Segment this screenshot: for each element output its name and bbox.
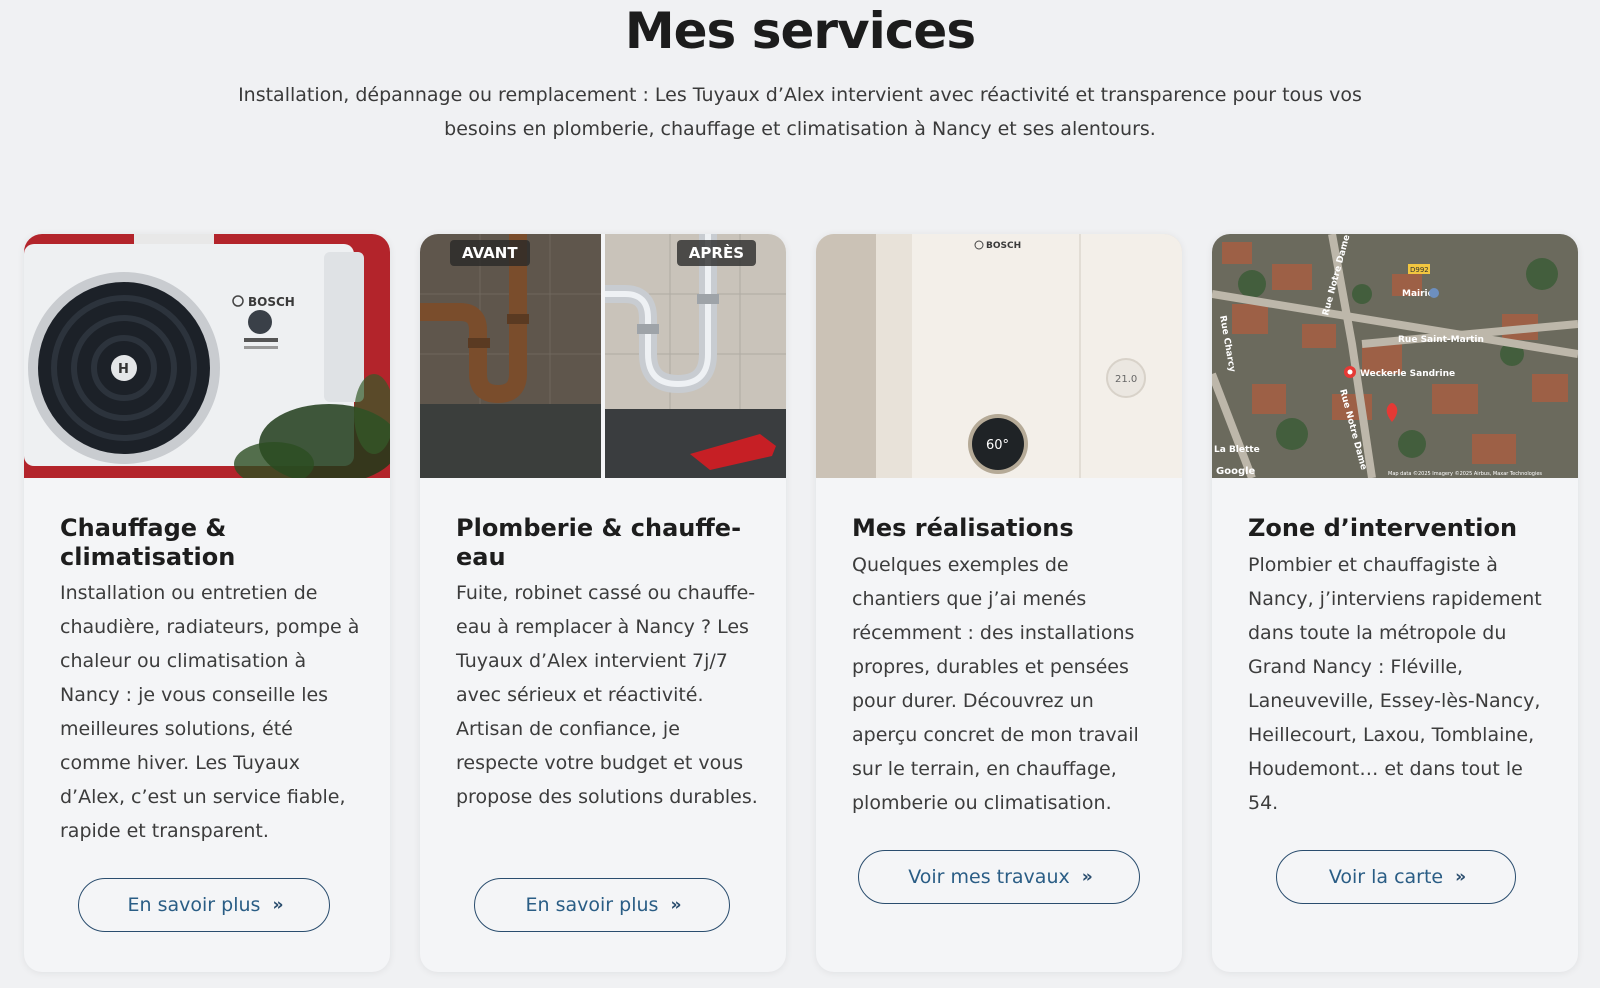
map-place-label: La Blette (1214, 445, 1260, 455)
heat-pump-image: H BOSCH (24, 234, 390, 478)
boiler-image: BOSCH 60° 21.0 (816, 234, 1182, 478)
svg-text:H: H (118, 362, 129, 377)
card-title: Zone d’intervention (1248, 514, 1518, 542)
thermostat-readout: 21.0 (1115, 374, 1137, 385)
map-street-label: Rue Saint-Martin (1398, 335, 1484, 345)
section-intro: Installation, dépannage ou remplacement … (238, 84, 1362, 140)
card-title: Chauffage & climatisation (60, 514, 236, 571)
double-chevron-right-icon: ›› (272, 895, 283, 915)
satellite-map-image: Rue Saint-Martin Rue Notre Dame Rue Notr… (1212, 234, 1578, 478)
bosch-logo: BOSCH (248, 295, 295, 309)
card-title: Mes réalisations (852, 514, 1074, 542)
map-poi-label: Mairie (1402, 289, 1434, 299)
button-label: Voir mes travaux (908, 866, 1070, 888)
after-label: APRÈS (676, 240, 756, 266)
button-label: En savoir plus (525, 894, 659, 916)
map-road-label: D992 (1410, 266, 1429, 274)
learn-more-button[interactable]: En savoir plus ›› (78, 878, 330, 932)
view-map-button[interactable]: Voir la carte ›› (1276, 850, 1516, 904)
before-label: AVANT (450, 240, 530, 266)
map-poi-label: Weckerle Sandrine (1360, 369, 1455, 379)
service-card-zone: Rue Saint-Martin Rue Notre Dame Rue Notr… (1212, 234, 1578, 972)
card-title: Plomberie & chauffe-eau (456, 514, 742, 571)
service-card-realisations: BOSCH 60° 21.0 Mes réalisations Quelques… (816, 234, 1182, 972)
card-description: Installation ou entretien de chaudière, … (60, 582, 360, 842)
double-chevron-right-icon: ›› (1455, 867, 1466, 887)
double-chevron-right-icon: ›› (670, 895, 681, 915)
service-card-chauffage: H BOSCH Chauffage & climatisation Instal… (24, 234, 390, 972)
map-attribution: Map data ©2025 Imagery ©2025 Airbus, Max… (1388, 470, 1542, 477)
learn-more-button[interactable]: En savoir plus ›› (474, 878, 730, 932)
dial-readout: 60° (986, 438, 1009, 453)
card-description: Quelques exemples de chantiers que j’ai … (852, 554, 1139, 814)
bosch-logo: BOSCH (986, 241, 1021, 251)
button-label: Voir la carte (1328, 866, 1444, 888)
google-logo: Google (1216, 466, 1256, 477)
card-description: Plombier et chauffagiste à Nancy, j’inte… (1248, 554, 1542, 814)
double-chevron-right-icon: ›› (1081, 867, 1093, 887)
service-card-plomberie: AVANT APRÈS Plomberie & chauffe-eau Fuit… (420, 234, 786, 972)
before-after-image: AVANT APRÈS (420, 234, 786, 478)
card-description: Fuite, robinet cassé ou chauffe-eau à re… (456, 582, 758, 808)
button-label: En savoir plus (127, 894, 261, 916)
view-works-button[interactable]: Voir mes travaux ›› (858, 850, 1140, 904)
section-title: Mes services (624, 2, 976, 60)
